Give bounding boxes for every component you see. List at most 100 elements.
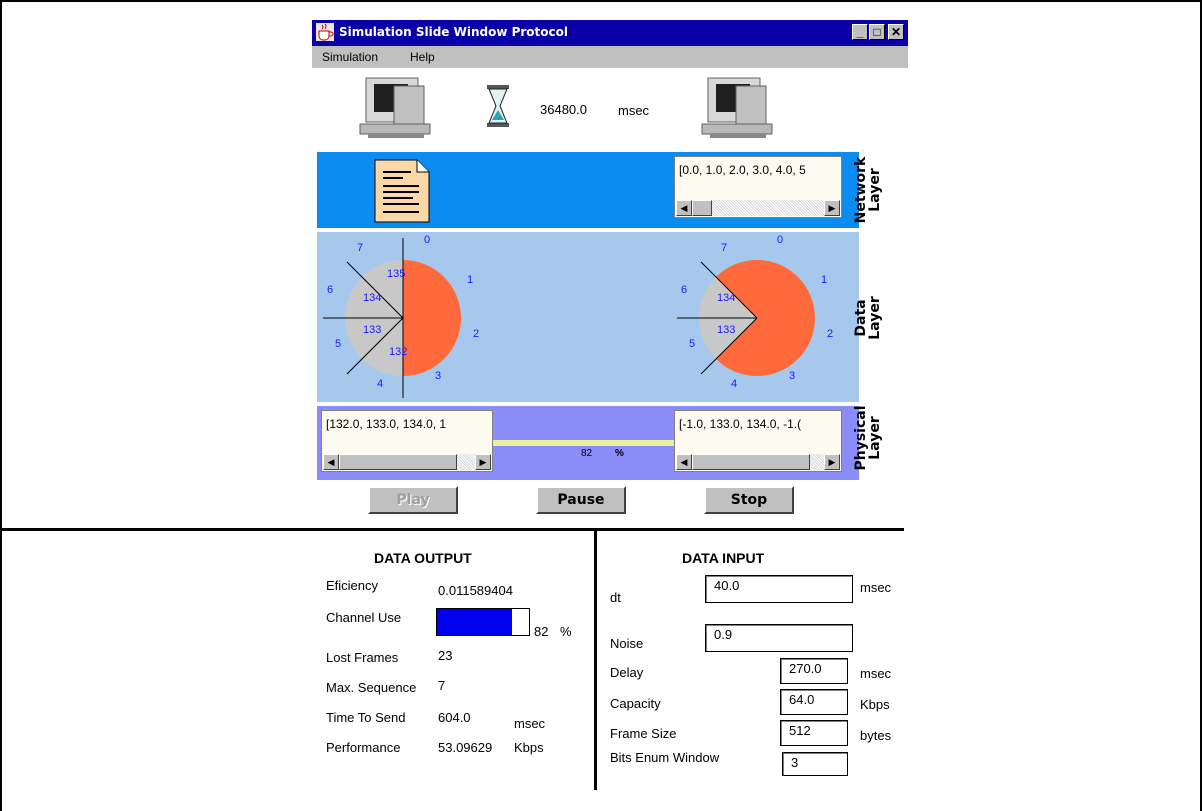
lost-frames-label: Lost Frames [326,650,399,665]
data-output-title: DATA OUTPUT [374,550,472,566]
physical-sender-text: [132.0, 133.0, 134.0, 1 [326,417,447,431]
network-layer-label: Network Layer [853,150,883,230]
sender-pos-0: 0 [424,234,431,246]
scroll-right-button[interactable]: ▶ [475,454,491,470]
receiver-pos-4: 4 [731,378,738,390]
physical-receiver-scrollbar[interactable]: ◀ ▶ [676,454,840,470]
sender-computer-icon [359,77,431,138]
sender-frame-134: 134 [363,292,382,304]
channel-use-label: Channel Use [326,610,402,625]
bits-enum-window-label: Bits Enum Window [610,750,720,765]
receiver-computer-icon [701,77,773,138]
physical-layer-label-line1: Physical [853,405,869,471]
title-bar[interactable]: Simulation Slide Window Protocol _ □ ✕ [312,20,908,46]
minimize-button[interactable]: _ [852,24,868,40]
capacity-input[interactable]: 64.0 [780,689,848,715]
scroll-right-button[interactable]: ▶ [824,454,840,470]
scroll-right-button[interactable]: ▶ [824,200,840,216]
channel-use-value: 82 [534,624,549,639]
lost-frames-value: 23 [438,648,453,663]
bottom-divider [0,528,904,531]
data-layer-band: 0 1 2 3 4 5 6 7 135 134 133 132 0 1 2 3 … [317,232,859,402]
network-layer-label-line2: Layer [867,168,883,212]
scroll-left-button[interactable]: ◀ [323,454,339,470]
data-input-title: DATA INPUT [682,550,765,566]
sender-pos-7: 7 [357,242,364,254]
physical-layer-band: 82 % [132.0, 133.0, 134.0, 1 ◀ ▶ [-1.0, … [317,406,859,480]
performance-label: Performance [326,740,401,755]
menu-bar: Simulation Help [312,46,908,68]
data-layer-label-line2: Layer [867,296,883,340]
scroll-thumb[interactable] [692,454,810,470]
simulation-window: Simulation Slide Window Protocol _ □ ✕ S… [0,20,908,790]
receiver-pos-5: 5 [689,338,696,350]
receiver-pos-7: 7 [721,242,728,254]
physical-receiver-text: [-1.0, 133.0, 134.0, -1.( [679,417,802,431]
scroll-thumb[interactable] [692,200,712,216]
data-layer-label: Data Layer [853,278,883,358]
java-cup-icon [316,23,334,41]
frame-size-input[interactable]: 512 [780,720,848,746]
max-sequence-value: 7 [438,678,446,693]
time-to-send-unit: msec [514,716,546,731]
physical-sender-textarea[interactable]: [132.0, 133.0, 134.0, 1 ◀ ▶ [321,410,493,472]
maximize-button[interactable]: □ [869,24,885,40]
sliding-window-diagram [323,238,815,398]
channel-percent-sign: % [615,448,624,459]
hourglass-icon [487,85,509,127]
receiver-frame-133: 133 [717,324,736,336]
sender-frame-133: 133 [363,324,382,336]
physical-sender-scrollbar[interactable]: ◀ ▶ [323,454,491,470]
network-receiver-scrollbar[interactable]: ◀ ▶ [676,200,840,216]
scroll-thumb[interactable] [339,454,457,470]
pause-button[interactable]: Pause [536,486,626,514]
stop-button[interactable]: Stop [704,486,794,514]
max-sequence-label: Max. Sequence [326,680,417,695]
frame-size-unit: bytes [860,728,892,743]
scroll-left-button[interactable]: ◀ [676,454,692,470]
network-layer-band: [0.0, 1.0, 2.0, 3.0, 4.0, 5 ◀ ▶ [317,152,859,228]
receiver-pos-2: 2 [827,328,834,340]
delay-label: Delay [610,665,644,680]
receiver-window-wheel [677,260,815,376]
sender-frame-135: 135 [387,268,406,280]
receiver-pos-0: 0 [777,234,784,246]
sender-pos-6: 6 [327,284,334,296]
timer-unit: msec [618,103,650,118]
play-button[interactable]: Play [368,486,458,514]
delay-unit: msec [860,666,892,681]
time-to-send-value: 604.0 [438,710,471,725]
performance-unit: Kbps [514,740,544,755]
sender-pos-3: 3 [435,370,442,382]
sender-pos-1: 1 [467,274,474,286]
physical-layer-label-line2: Layer [867,416,883,460]
window-title: Simulation Slide Window Protocol [339,25,569,39]
close-button[interactable]: ✕ [888,24,904,40]
dt-input[interactable]: 40.0 [705,575,853,603]
network-receiver-textarea[interactable]: [0.0, 1.0, 2.0, 3.0, 4.0, 5 ◀ ▶ [674,156,842,218]
menu-simulation[interactable]: Simulation [322,50,378,64]
frame-size-label: Frame Size [610,726,677,741]
scroll-left-button[interactable]: ◀ [676,200,692,216]
receiver-pos-3: 3 [789,370,796,382]
channel-percent: 82 [581,448,593,459]
channel-use-bar-fill [437,609,513,635]
physical-receiver-textarea[interactable]: [-1.0, 133.0, 134.0, -1.( ◀ ▶ [674,410,842,472]
menu-help[interactable]: Help [410,50,435,64]
delay-input[interactable]: 270.0 [780,658,848,684]
noise-input[interactable]: 0.9 [705,624,853,652]
timer-value: 36480.0 [540,102,587,117]
panel-divider [594,531,597,790]
network-receiver-text: [0.0, 1.0, 2.0, 3.0, 4.0, 5 [679,163,806,177]
sender-pos-4: 4 [377,378,384,390]
dt-unit: msec [860,580,892,595]
document-icon [374,159,430,223]
physical-layer-label: Physical Layer [853,398,883,478]
network-layer-label-line1: Network [853,156,869,224]
receiver-frame-134: 134 [717,292,736,304]
capacity-label: Capacity [610,696,661,711]
noise-label: Noise [610,636,644,651]
receiver-pos-6: 6 [681,284,688,296]
bits-enum-window-input[interactable]: 3 [782,752,848,776]
dt-label: dt [610,590,621,605]
